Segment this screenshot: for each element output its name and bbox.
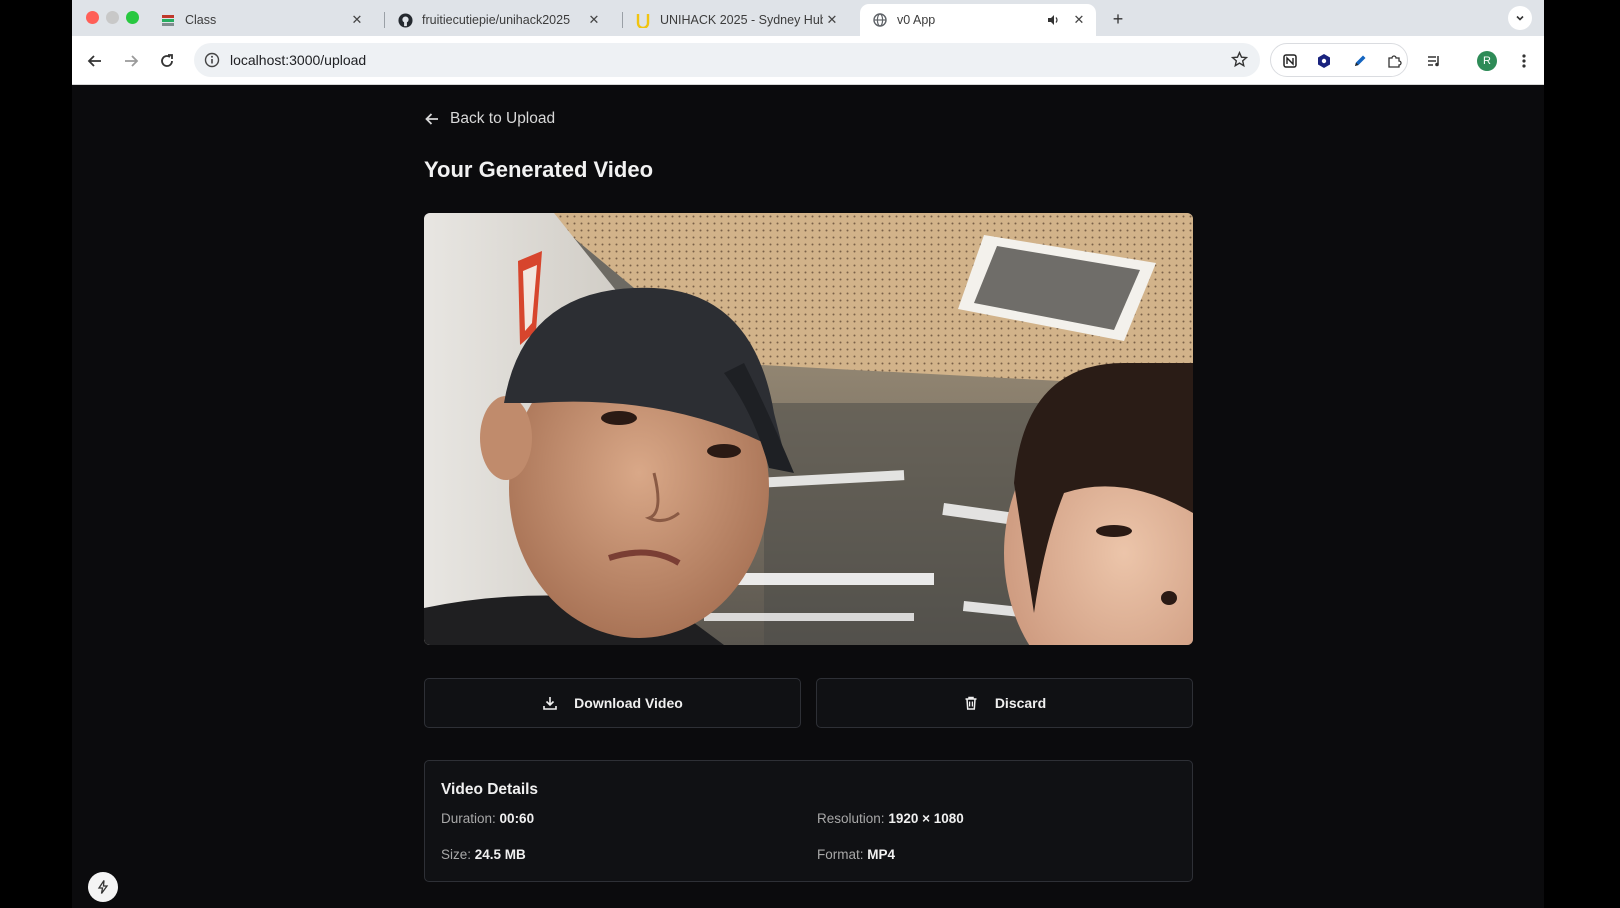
minimize-window-button[interactable]	[106, 11, 119, 24]
back-link-label: Back to Upload	[450, 110, 556, 127]
unihack-icon	[635, 12, 651, 28]
size-label: Size:	[441, 847, 472, 862]
close-icon[interactable]: ✕	[585, 11, 603, 29]
page-content: Back to Upload Your Generated Video Down…	[72, 85, 1544, 908]
discard-button[interactable]: Discard	[816, 678, 1193, 728]
hexagon-extension-icon[interactable]	[1315, 52, 1333, 70]
size-value: 24.5 MB	[474, 847, 526, 862]
tab-search-button[interactable]	[1508, 6, 1532, 30]
globe-icon	[872, 12, 888, 28]
duration-label: Duration:	[441, 811, 496, 826]
profile-avatar[interactable]: R	[1477, 51, 1497, 71]
forward-button[interactable]	[118, 48, 144, 74]
video-frame	[424, 213, 1193, 645]
tab-v0-app[interactable]: v0 App ✕	[860, 4, 1096, 36]
download-icon	[542, 695, 558, 711]
page-title: Your Generated Video	[424, 157, 654, 182]
pencil-extension-icon[interactable]	[1351, 52, 1369, 70]
tab-title: Class	[185, 13, 217, 27]
more-menu-icon[interactable]	[1514, 51, 1534, 71]
tab-title: v0 App	[897, 13, 936, 27]
reload-button[interactable]	[154, 48, 180, 74]
close-icon[interactable]: ✕	[1070, 11, 1088, 29]
tab-class[interactable]: Class ✕	[148, 4, 374, 36]
arrow-left-icon	[87, 55, 101, 67]
detail-format: Format: MP4	[817, 847, 895, 862]
site-info-icon[interactable]	[204, 52, 220, 73]
dev-tools-button[interactable]	[88, 872, 118, 902]
trash-icon	[963, 695, 979, 711]
new-tab-button[interactable]: +	[1106, 7, 1130, 31]
address-bar[interactable]: localhost:3000/upload	[194, 43, 1260, 77]
discard-label: Discard	[994, 695, 1047, 711]
reload-icon	[161, 54, 173, 67]
close-window-button[interactable]	[86, 11, 99, 24]
back-to-upload-link[interactable]: Back to Upload	[424, 110, 555, 128]
tab-title: fruitiecutiepie/unihack2025	[422, 13, 571, 27]
video-details-title: Video Details	[441, 781, 539, 798]
arrow-right-icon	[125, 55, 139, 67]
video-player[interactable]	[424, 213, 1193, 645]
format-value: MP4	[867, 847, 896, 862]
detail-duration: Duration: 00:60	[441, 811, 534, 826]
extensions-group	[1270, 43, 1408, 77]
browser-window: Class ✕ fruitiecutiepie/unihack2025 ✕ UN…	[72, 0, 1544, 908]
tab-strip: Class ✕ fruitiecutiepie/unihack2025 ✕ UN…	[72, 0, 1544, 36]
back-button[interactable]	[82, 48, 108, 74]
url-text: localhost:3000/upload	[230, 52, 367, 68]
lightning-icon	[97, 880, 109, 894]
format-label: Format:	[817, 847, 864, 862]
detail-resolution: Resolution: 1920 × 1080	[817, 811, 964, 826]
maximize-window-button[interactable]	[126, 11, 139, 24]
github-icon	[397, 12, 413, 28]
detail-size: Size: 24.5 MB	[441, 847, 526, 862]
tab-github[interactable]: fruitiecutiepie/unihack2025 ✕	[385, 4, 611, 36]
puzzle-icon[interactable]	[1385, 52, 1403, 70]
notion-extension-icon[interactable]	[1281, 52, 1299, 70]
resolution-value: 1920 × 1080	[888, 811, 964, 826]
video-details-card: Video Details Duration: 00:60 Resolution…	[424, 760, 1193, 882]
download-video-label: Download Video	[574, 695, 683, 711]
bookmark-star-icon[interactable]	[1230, 50, 1249, 73]
resolution-label: Resolution:	[817, 811, 885, 826]
close-icon[interactable]: ✕	[348, 11, 366, 29]
tab-unihack[interactable]: UNIHACK 2025 - Sydney Hub ✕	[623, 4, 849, 36]
stack-icon	[160, 12, 176, 28]
download-video-button[interactable]: Download Video	[424, 678, 801, 728]
tab-title: UNIHACK 2025 - Sydney Hub	[660, 13, 823, 27]
browser-toolbar: localhost:3000/upload R	[72, 36, 1544, 85]
media-control-icon[interactable]	[1424, 51, 1444, 71]
close-icon[interactable]: ✕	[823, 11, 841, 29]
chevron-down-icon	[1516, 15, 1524, 21]
speaker-icon[interactable]	[1044, 11, 1062, 29]
duration-value: 00:60	[499, 811, 535, 826]
arrow-left-icon	[425, 113, 438, 125]
